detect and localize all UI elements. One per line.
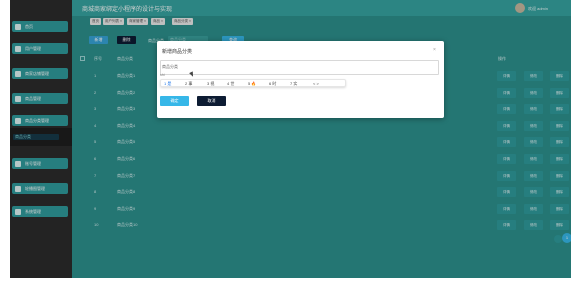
cancel-button[interactable]: 取消	[197, 96, 226, 106]
add-category-dialog: 新增商品分类 × 商品分类 shi 1 是 2 事 3 视 4 世 5 🔥 6 时 7 实 <…	[157, 41, 444, 118]
ime-candidate[interactable]: 5 🔥	[248, 81, 256, 86]
category-input[interactable]	[160, 60, 439, 75]
close-icon[interactable]: ×	[433, 47, 436, 53]
ime-candidate-bar: 1 是 2 事 3 视 4 世 5 🔥 6 时 7 实 < >	[160, 79, 346, 87]
ime-candidate[interactable]: < >	[313, 81, 319, 86]
ime-pinyin: shi	[160, 73, 165, 77]
app-screen: 首页 用户管理 商家店铺管理 商品管理 商品分类管理 商品分类 账号管理 轮播图…	[10, 0, 571, 278]
category-input-value: 商品分类	[162, 64, 178, 69]
ime-candidate[interactable]: 7 实	[290, 81, 297, 87]
ime-candidate[interactable]: 2 事	[185, 81, 192, 87]
ime-candidate[interactable]: 4 世	[227, 81, 234, 87]
dialog-title: 新增商品分类	[162, 49, 193, 55]
ime-candidate[interactable]: 3 视	[207, 81, 214, 87]
confirm-button[interactable]: 确定	[160, 96, 189, 106]
ime-candidate[interactable]: 6 时	[269, 81, 276, 87]
ime-candidate[interactable]: 1 是	[164, 81, 171, 87]
